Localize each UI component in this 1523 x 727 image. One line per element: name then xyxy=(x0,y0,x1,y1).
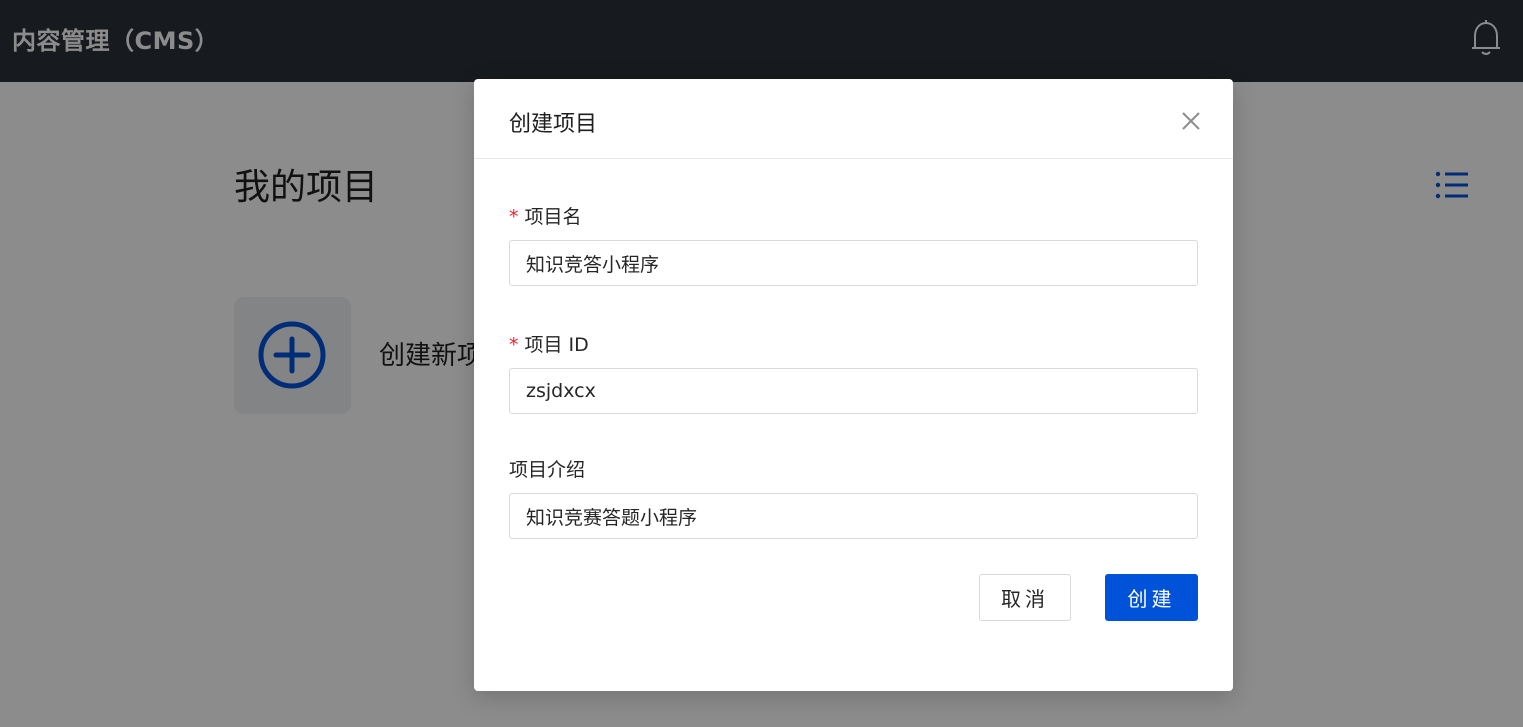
app-root: 内容管理（CMS） 我的项目 创建新项 创建项目 * 项目名 知识竞答小程序 *… xyxy=(0,0,1523,727)
required-mark: * xyxy=(509,334,519,356)
required-mark: * xyxy=(509,206,519,228)
field-label-text: 项目 ID xyxy=(524,334,589,356)
create-button[interactable]: 创建 xyxy=(1105,574,1198,621)
field-label-text: 项目介绍 xyxy=(509,459,586,481)
field-label-project-name: * 项目名 xyxy=(509,202,582,229)
cancel-button[interactable]: 取消 xyxy=(979,574,1071,621)
field-label-project-id: * 项目 ID xyxy=(509,330,589,357)
close-icon[interactable] xyxy=(1179,109,1203,133)
dialog-header: 创建项目 xyxy=(474,79,1233,159)
project-description-input[interactable] xyxy=(509,493,1198,539)
field-label-text: 项目名 xyxy=(524,206,582,228)
project-name-input[interactable] xyxy=(509,240,1198,286)
field-label-project-description: 项目介绍 xyxy=(509,455,585,482)
project-id-input[interactable] xyxy=(509,368,1198,414)
dialog-title: 创建项目 xyxy=(509,112,598,137)
create-project-dialog: 创建项目 *项目名 *项目 ID 项目介绍 取消 创建 xyxy=(474,79,1233,691)
